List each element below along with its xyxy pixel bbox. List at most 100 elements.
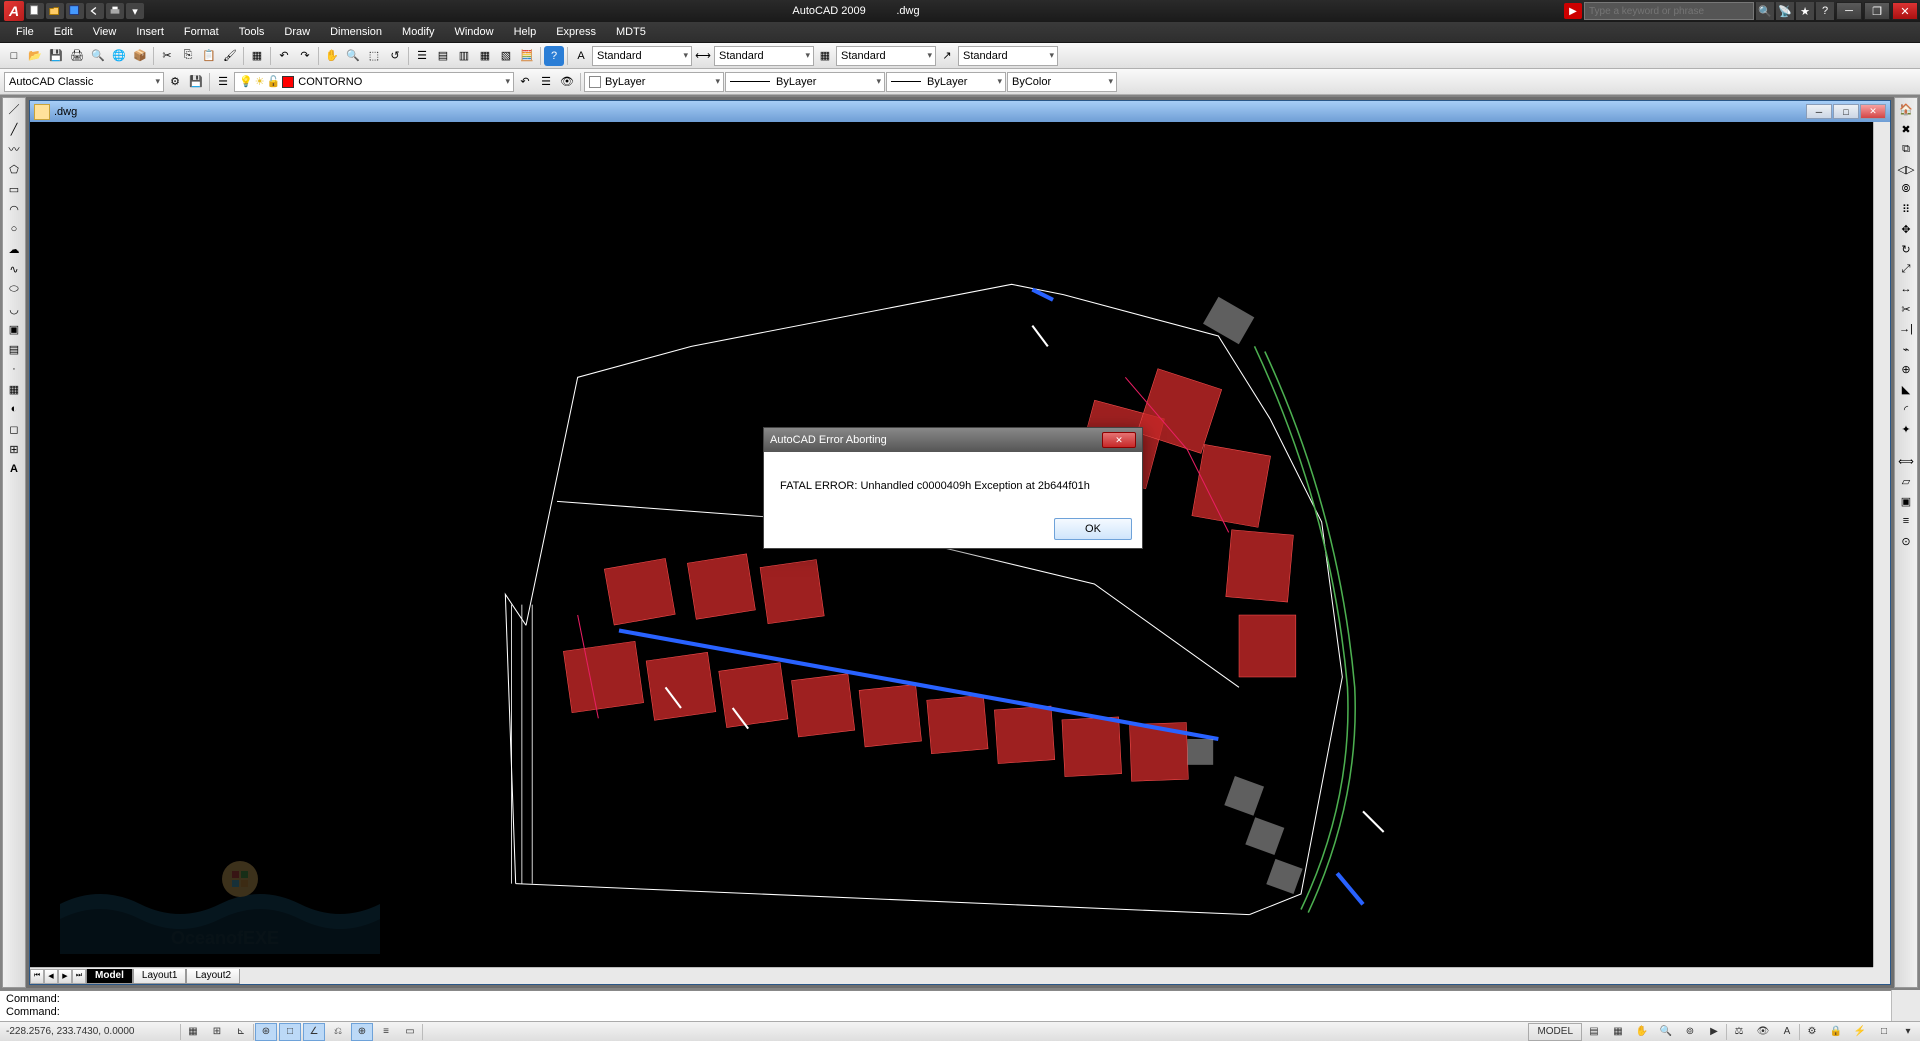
qat-save-icon[interactable] — [66, 3, 84, 19]
block-editor-icon[interactable]: ▦ — [247, 46, 267, 66]
open-icon[interactable]: 📂 — [25, 46, 45, 66]
workspace-switch-icon[interactable]: ⚙ — [1801, 1023, 1823, 1041]
ducs-toggle[interactable]: ⎌ — [327, 1023, 349, 1041]
quickview-drawings-icon[interactable]: ▦ — [1607, 1023, 1629, 1041]
snap-toggle[interactable]: ▦ — [182, 1023, 204, 1041]
undo-icon[interactable]: ↶ — [274, 46, 294, 66]
tab-layout2[interactable]: Layout2 — [186, 969, 240, 984]
menu-express[interactable]: Express — [546, 24, 606, 40]
dim-style-select[interactable]: Standard — [714, 46, 814, 66]
tab-nav-next-icon[interactable]: ▶ — [58, 969, 72, 984]
region-mass-icon[interactable]: ▣ — [1896, 492, 1916, 510]
info-arrow-icon[interactable]: ▶ — [1564, 3, 1582, 19]
mtext-icon[interactable]: A — [4, 460, 24, 478]
redo-icon[interactable]: ↷ — [295, 46, 315, 66]
publish-icon[interactable]: 🌐 — [109, 46, 129, 66]
coordinates-display[interactable]: -228.2576, 233.7430, 0.0000 — [0, 1026, 180, 1037]
qat-dropdown-icon[interactable]: ▾ — [126, 3, 144, 19]
horizontal-scrollbar[interactable]: ⏮ ◀ ▶ ⏭ Model Layout1 Layout2 — [30, 967, 1873, 984]
showmotion-icon[interactable]: ▶ — [1703, 1023, 1725, 1041]
tab-nav-first-icon[interactable]: ⏮ — [30, 969, 44, 984]
qat-undo-icon[interactable] — [86, 3, 104, 19]
document-titlebar[interactable]: .dwg ─ □ ✕ — [30, 101, 1890, 122]
insert-block-icon[interactable]: ▣ — [4, 320, 24, 338]
quickview-layouts-icon[interactable]: ▤ — [1583, 1023, 1605, 1041]
app-menu-button[interactable]: A — [4, 1, 24, 21]
close-button[interactable]: ✕ — [1892, 2, 1918, 20]
toolpalettes-icon[interactable]: ▥ — [454, 46, 474, 66]
paste-icon[interactable]: 📋 — [199, 46, 219, 66]
tab-nav-prev-icon[interactable]: ◀ — [44, 969, 58, 984]
join-icon[interactable]: ⊕ — [1896, 360, 1916, 378]
tablestyle-icon[interactable]: ▦ — [815, 46, 835, 66]
qp-toggle[interactable]: ▭ — [399, 1023, 421, 1041]
table-style-select[interactable]: Standard — [836, 46, 936, 66]
make-block-icon[interactable]: ▤ — [4, 340, 24, 358]
grid-toggle[interactable]: ⊞ — [206, 1023, 228, 1041]
plotstyle-select[interactable]: ByColor — [1007, 72, 1117, 92]
rotate-icon[interactable]: ↻ — [1896, 240, 1916, 258]
doc-close-button[interactable]: ✕ — [1860, 104, 1886, 119]
workspace-save-icon[interactable]: 💾 — [186, 72, 206, 92]
point-icon[interactable]: · — [4, 360, 24, 378]
qat-print-icon[interactable] — [106, 3, 124, 19]
area-icon[interactable]: ▱ — [1896, 472, 1916, 490]
matchprop-icon[interactable]: 🖌 — [220, 46, 240, 66]
rectangle-icon[interactable]: ▭ — [4, 180, 24, 198]
annotation-visibility-icon[interactable]: 👁 — [1752, 1023, 1774, 1041]
markup-icon[interactable]: ▧ — [496, 46, 516, 66]
help-toolbar-icon[interactable]: ? — [544, 46, 564, 66]
qat-open-icon[interactable] — [46, 3, 64, 19]
plot-icon[interactable]: 🖨 — [67, 46, 87, 66]
menu-insert[interactable]: Insert — [126, 24, 174, 40]
chamfer-icon[interactable]: ◣ — [1896, 380, 1916, 398]
layer-state-icon[interactable]: ☰ — [536, 72, 556, 92]
annotation-scale-icon[interactable]: ⚖ — [1728, 1023, 1750, 1041]
ortho-toggle[interactable]: ⊾ — [230, 1023, 252, 1041]
linetype-select[interactable]: ByLayer — [725, 72, 885, 92]
text-style-select[interactable]: Standard — [592, 46, 692, 66]
menu-view[interactable]: View — [83, 24, 127, 40]
sheet-set-icon[interactable]: ▦ — [475, 46, 495, 66]
scale-icon[interactable]: ⤢ — [1896, 260, 1916, 278]
quickcalc-icon[interactable]: 🧮 — [517, 46, 537, 66]
ellipse-icon[interactable]: ⬭ — [4, 280, 24, 298]
workspace-select[interactable]: AutoCAD Classic — [4, 72, 164, 92]
pan-icon[interactable]: ✋ — [322, 46, 342, 66]
dialog-titlebar[interactable]: AutoCAD Error Aborting ✕ — [764, 428, 1142, 452]
tray-dropdown-icon[interactable]: ▾ — [1897, 1023, 1919, 1041]
xline-icon[interactable]: ╱ — [4, 120, 24, 138]
drawing-canvas[interactable]: X Y OceanofEXE — [30, 122, 1890, 984]
layer-select[interactable]: 💡☀🔓CONTORNO — [234, 72, 514, 92]
workspace-settings-icon[interactable]: ⚙ — [165, 72, 185, 92]
vertical-scrollbar[interactable] — [1873, 122, 1890, 967]
erase-icon[interactable]: ✖ — [1896, 120, 1916, 138]
arc-icon[interactable]: ◠ — [4, 200, 24, 218]
explode-icon[interactable]: ✦ — [1896, 420, 1916, 438]
revcloud-icon[interactable]: ☁ — [4, 240, 24, 258]
pan-status-icon[interactable]: ✋ — [1631, 1023, 1653, 1041]
lineweight-select[interactable]: ByLayer — [886, 72, 1006, 92]
zoom-realtime-icon[interactable]: 🔍 — [343, 46, 363, 66]
tab-model[interactable]: Model — [86, 969, 133, 984]
3ddwf-icon[interactable]: 📦 — [130, 46, 150, 66]
osnap-toggle[interactable]: □ — [279, 1023, 301, 1041]
otrack-toggle[interactable]: ∠ — [303, 1023, 325, 1041]
cut-icon[interactable]: ✂ — [157, 46, 177, 66]
hardware-accel-icon[interactable]: ⚡ — [1849, 1023, 1871, 1041]
polygon-icon[interactable]: ⬠ — [4, 160, 24, 178]
menu-window[interactable]: Window — [444, 24, 503, 40]
designcenter-icon[interactable]: ▤ — [433, 46, 453, 66]
copy-icon[interactable]: ⎘ — [178, 46, 198, 66]
model-space-button[interactable]: MODEL — [1528, 1023, 1582, 1041]
circle-icon[interactable]: ○ — [4, 220, 24, 238]
new-icon[interactable]: □ — [4, 46, 24, 66]
dialog-close-button[interactable]: ✕ — [1102, 432, 1136, 448]
offset-icon[interactable]: ⦾ — [1896, 180, 1916, 198]
menu-format[interactable]: Format — [174, 24, 229, 40]
comm-center-icon[interactable]: 📡 — [1776, 2, 1794, 20]
dyn-toggle[interactable]: ⊕ — [351, 1023, 373, 1041]
ok-button[interactable]: OK — [1054, 518, 1132, 540]
doc-maximize-button[interactable]: □ — [1833, 104, 1859, 119]
minimize-button[interactable]: ─ — [1836, 2, 1862, 20]
